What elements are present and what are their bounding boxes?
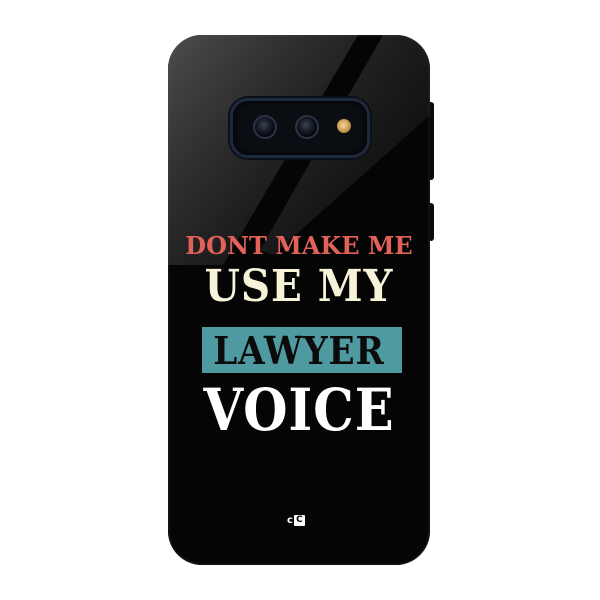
- slogan-line-1: DONT MAKE ME: [185, 231, 413, 260]
- brand-logo: c C: [287, 514, 305, 526]
- flash-icon: [337, 119, 351, 133]
- camera-lens-icon: [295, 115, 319, 139]
- brand-logo-left: c: [287, 514, 293, 526]
- slogan-line-2: USE MY: [204, 261, 394, 312]
- slogan-line-3: LAWYER: [213, 328, 385, 373]
- brand-logo-right: C: [293, 514, 305, 526]
- slogan-line-4: VOICE: [203, 376, 395, 444]
- phone-case: DONT MAKE ME USE MY LAWYER VOICE: [168, 35, 430, 565]
- camera-lens-icon: [253, 115, 277, 139]
- product-image: DONT MAKE ME USE MY LAWYER VOICE c C: [0, 0, 600, 600]
- camera-module: [230, 98, 370, 158]
